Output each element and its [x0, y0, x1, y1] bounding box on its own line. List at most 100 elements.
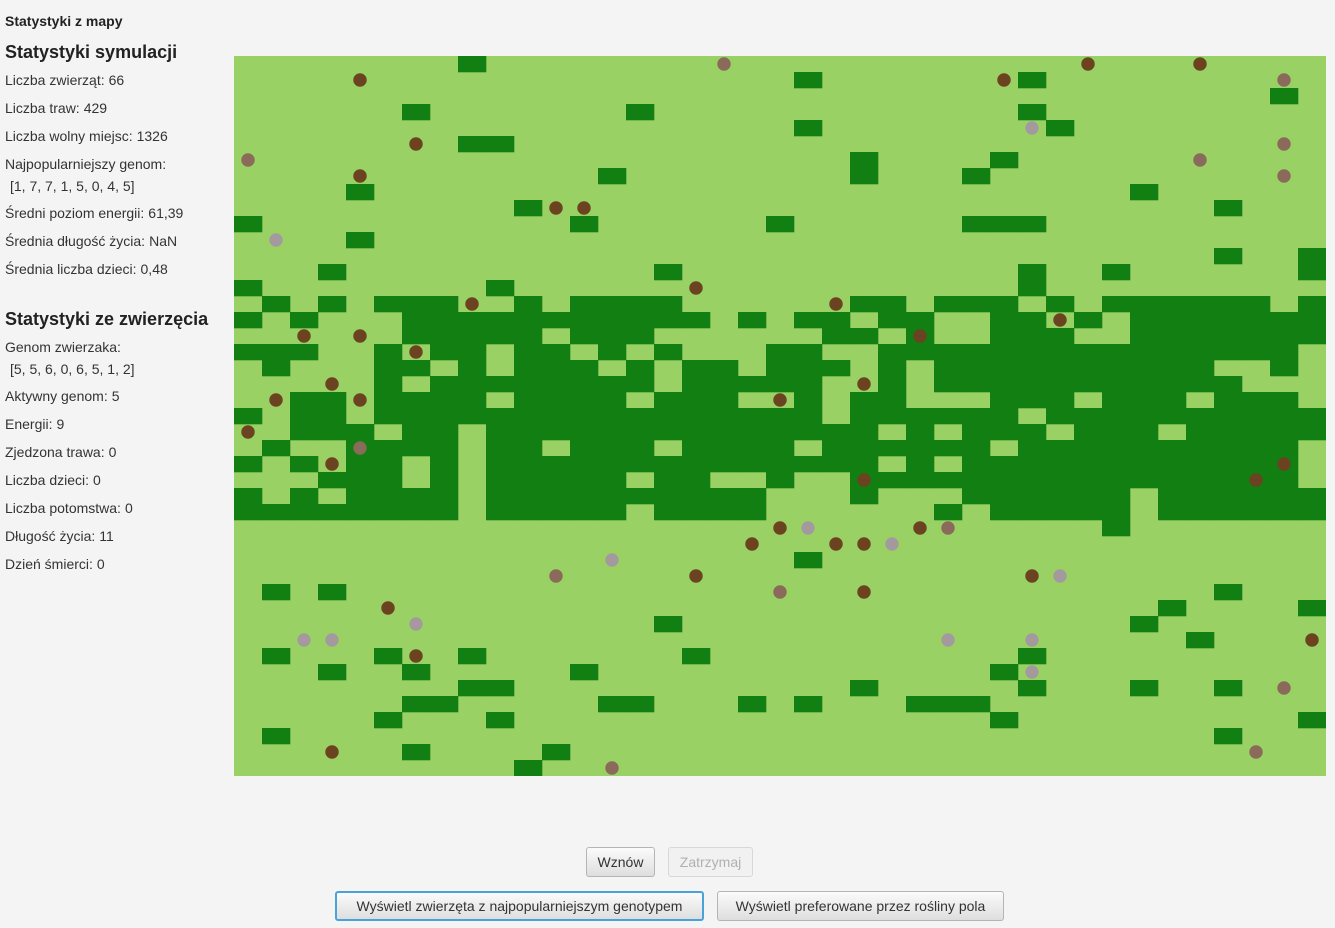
- animal-marker[interactable]: [829, 537, 843, 551]
- animal-marker[interactable]: [409, 617, 423, 631]
- animal-marker[interactable]: [913, 329, 927, 343]
- animal-marker[interactable]: [1277, 681, 1291, 695]
- grass-cell: [542, 504, 571, 521]
- animal-marker[interactable]: [269, 393, 283, 407]
- animal-marker[interactable]: [353, 169, 367, 183]
- animal-marker[interactable]: [1025, 665, 1039, 679]
- animal-marker[interactable]: [717, 57, 731, 71]
- grass-cell: [654, 504, 683, 521]
- grass-cell: [878, 360, 907, 377]
- animal-marker[interactable]: [885, 537, 899, 551]
- animal-marker[interactable]: [1081, 57, 1095, 71]
- animal-marker[interactable]: [325, 745, 339, 759]
- show-preferred-fields-button[interactable]: Wyświetl preferowane przez rośliny pola: [717, 891, 1004, 921]
- grass-cell: [1298, 312, 1326, 329]
- animal-marker[interactable]: [773, 521, 787, 535]
- grass-cell: [710, 440, 739, 457]
- animal-marker[interactable]: [1305, 633, 1319, 647]
- animal-marker[interactable]: [409, 137, 423, 151]
- animal-marker[interactable]: [1249, 473, 1263, 487]
- grass-cell: [1102, 264, 1131, 281]
- animal-marker[interactable]: [1025, 569, 1039, 583]
- animal-marker[interactable]: [1025, 633, 1039, 647]
- grass-cell: [794, 392, 823, 409]
- animal-marker[interactable]: [269, 233, 283, 247]
- animal-marker[interactable]: [941, 633, 955, 647]
- pause-button[interactable]: Zatrzymaj: [668, 847, 753, 877]
- stat-free-fields: Liczba wolny miejsc: 1326: [5, 128, 168, 144]
- animal-marker[interactable]: [605, 553, 619, 567]
- grass-cell: [514, 456, 543, 473]
- animal-marker[interactable]: [745, 537, 759, 551]
- animal-marker[interactable]: [913, 521, 927, 535]
- animal-marker[interactable]: [325, 457, 339, 471]
- grass-cell: [1074, 472, 1103, 489]
- grass-cell: [1214, 680, 1243, 697]
- grass-cell: [374, 488, 403, 505]
- animal-marker[interactable]: [549, 201, 563, 215]
- animal-marker[interactable]: [465, 297, 479, 311]
- animal-marker[interactable]: [409, 649, 423, 663]
- animal-marker[interactable]: [1277, 457, 1291, 471]
- grass-cell: [962, 344, 991, 361]
- grass-cell: [346, 504, 375, 521]
- animal-marker[interactable]: [605, 761, 619, 775]
- grass-cell: [1018, 680, 1047, 697]
- animal-marker[interactable]: [997, 73, 1011, 87]
- animal-marker[interactable]: [1193, 153, 1207, 167]
- grass-cell: [1270, 440, 1299, 457]
- animal-marker[interactable]: [1249, 745, 1263, 759]
- stat-grass-count: Liczba traw: 429: [5, 100, 107, 116]
- animal-marker[interactable]: [1053, 569, 1067, 583]
- animal-marker[interactable]: [1053, 313, 1067, 327]
- animal-marker[interactable]: [1193, 57, 1207, 71]
- grass-cell: [906, 456, 935, 473]
- animal-marker[interactable]: [297, 329, 311, 343]
- show-popular-genotype-button[interactable]: Wyświetl zwierzęta z najpopularniejszym …: [335, 891, 704, 921]
- animal-marker[interactable]: [857, 537, 871, 551]
- animal-marker[interactable]: [381, 601, 395, 615]
- grass-cell: [514, 344, 543, 361]
- grass-cell: [1158, 472, 1187, 489]
- animal-marker[interactable]: [773, 585, 787, 599]
- animal-marker[interactable]: [577, 201, 591, 215]
- animal-marker[interactable]: [353, 393, 367, 407]
- grass-cell: [1214, 200, 1243, 217]
- animal-marker[interactable]: [773, 393, 787, 407]
- animal-marker[interactable]: [1277, 169, 1291, 183]
- animal-marker[interactable]: [325, 633, 339, 647]
- animal-marker[interactable]: [297, 633, 311, 647]
- grass-cell: [514, 424, 543, 441]
- animal-marker[interactable]: [857, 585, 871, 599]
- grass-cell: [542, 424, 571, 441]
- animal-marker[interactable]: [353, 73, 367, 87]
- animal-marker[interactable]: [941, 521, 955, 535]
- grass-cell: [514, 472, 543, 489]
- grass-cell: [346, 456, 375, 473]
- animal-marker[interactable]: [241, 425, 255, 439]
- animal-marker[interactable]: [353, 441, 367, 455]
- animal-marker[interactable]: [353, 329, 367, 343]
- animal-marker[interactable]: [801, 521, 815, 535]
- animal-marker[interactable]: [549, 569, 563, 583]
- animal-marker[interactable]: [857, 473, 871, 487]
- animal-marker[interactable]: [1277, 137, 1291, 151]
- animal-marker[interactable]: [409, 345, 423, 359]
- simulation-map[interactable]: [234, 56, 1326, 776]
- grass-cell: [1102, 488, 1131, 505]
- animal-marker[interactable]: [1025, 121, 1039, 135]
- animal-marker[interactable]: [857, 377, 871, 391]
- animal-marker[interactable]: [1277, 73, 1291, 87]
- grass-cell: [654, 344, 683, 361]
- grass-cell: [458, 328, 487, 345]
- animal-marker[interactable]: [689, 569, 703, 583]
- animal-marker[interactable]: [325, 377, 339, 391]
- grass-cell: [318, 424, 347, 441]
- animal-marker[interactable]: [829, 297, 843, 311]
- grass-cell: [1018, 488, 1047, 505]
- animal-marker[interactable]: [241, 153, 255, 167]
- animal-marker[interactable]: [689, 281, 703, 295]
- resume-button[interactable]: Wznów: [586, 847, 655, 877]
- grass-cell: [1158, 296, 1187, 313]
- grass-cell: [878, 408, 907, 425]
